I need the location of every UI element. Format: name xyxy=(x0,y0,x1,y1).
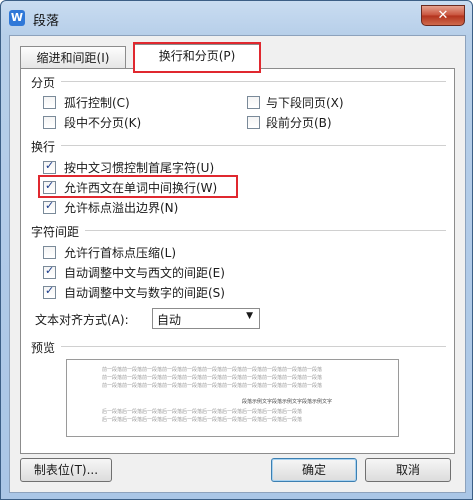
preview-prev-line: 前一段落前一段落前一段落前一段落前一段落前一段落前一段落前一段落前一段落前一段落… xyxy=(102,383,323,389)
page-break-before-checkbox[interactable] xyxy=(247,116,260,129)
text-alignment-select[interactable]: 自动 ▼ xyxy=(152,308,260,329)
auto-space-western-label[interactable]: 自动调整中文与西文的间距(E) xyxy=(64,264,225,281)
tab-panel: 分页 孤行控制(C) 与下段同页(X) 段中不分页(K) 段前分页(B) 换行 … xyxy=(20,68,455,454)
preview-next-line: 后一段落后一段落后一段落后一段落后一段落后一段落后一段落后一段落后一段落后一段落 xyxy=(102,417,303,423)
pagination-divider xyxy=(61,81,446,82)
title-bar[interactable]: W 段落 ✕ xyxy=(1,1,472,35)
keep-lines-together-checkbox[interactable] xyxy=(43,116,56,129)
cancel-button[interactable]: 取消 xyxy=(365,458,451,482)
preview-prev-line: 前一段落前一段落前一段落前一段落前一段落前一段落前一段落前一段落前一段落前一段落… xyxy=(102,375,323,381)
preview-box: 前一段落前一段落前一段落前一段落前一段落前一段落前一段落前一段落前一段落前一段落… xyxy=(66,359,399,437)
chinese-rules-checkbox[interactable] xyxy=(43,159,56,174)
close-button[interactable]: ✕ xyxy=(421,5,465,26)
line-break-divider xyxy=(61,145,446,146)
keep-lines-together-label[interactable]: 段中不分页(K) xyxy=(64,114,141,131)
wps-writer-icon: W xyxy=(9,10,25,26)
dropdown-arrow-icon: ▼ xyxy=(246,311,253,321)
punctuation-overflow-label[interactable]: 允许标点溢出边界(N) xyxy=(64,199,178,216)
punctuation-overflow-checkbox[interactable] xyxy=(43,199,56,214)
tab-stops-button[interactable]: 制表位(T)... xyxy=(20,458,112,482)
char-spacing-divider xyxy=(85,230,446,231)
ok-button[interactable]: 确定 xyxy=(271,458,357,482)
char-spacing-heading: 字符间距 xyxy=(31,225,80,239)
paragraph-dialog: W 段落 ✕ 缩进和间距(I) 换行和分页(P) 分页 孤行控制(C) 与下段同… xyxy=(0,0,473,500)
preview-current-line: 段落示例文字段落示例文字段落示例文字 xyxy=(242,399,333,405)
dialog-title: 段落 xyxy=(33,14,60,29)
compress-leading-punct-checkbox[interactable] xyxy=(43,246,56,259)
widow-control-checkbox[interactable] xyxy=(43,96,56,109)
pagination-heading: 分页 xyxy=(31,76,56,90)
text-alignment-value: 自动 xyxy=(157,313,182,327)
compress-leading-punct-label[interactable]: 允许行首标点压缩(L) xyxy=(64,244,176,261)
preview-prev-line: 前一段落前一段落前一段落前一段落前一段落前一段落前一段落前一段落前一段落前一段落… xyxy=(102,367,323,373)
chinese-rules-label[interactable]: 按中文习惯控制首尾字符(U) xyxy=(64,159,214,176)
highlight-word-break-box xyxy=(38,175,238,198)
tab-indent-spacing[interactable]: 缩进和间距(I) xyxy=(20,46,126,69)
auto-space-numbers-checkbox[interactable] xyxy=(43,284,56,299)
dialog-client: 缩进和间距(I) 换行和分页(P) 分页 孤行控制(C) 与下段同页(X) 段中… xyxy=(9,35,466,493)
highlight-tab-box xyxy=(133,42,261,73)
widow-control-label[interactable]: 孤行控制(C) xyxy=(64,94,130,111)
keep-with-next-label[interactable]: 与下段同页(X) xyxy=(266,94,344,111)
keep-with-next-checkbox[interactable] xyxy=(247,96,260,109)
preview-heading: 预览 xyxy=(31,341,56,355)
preview-next-line: 后一段落后一段落后一段落后一段落后一段落后一段落后一段落后一段落后一段落后一段落 xyxy=(102,409,303,415)
text-alignment-label: 文本对齐方式(A): xyxy=(35,313,129,327)
auto-space-western-checkbox[interactable] xyxy=(43,264,56,279)
auto-space-numbers-label[interactable]: 自动调整中文与数字的间距(S) xyxy=(64,284,225,301)
page-break-before-label[interactable]: 段前分页(B) xyxy=(266,114,332,131)
preview-divider xyxy=(61,346,446,347)
line-break-heading: 换行 xyxy=(31,140,56,154)
